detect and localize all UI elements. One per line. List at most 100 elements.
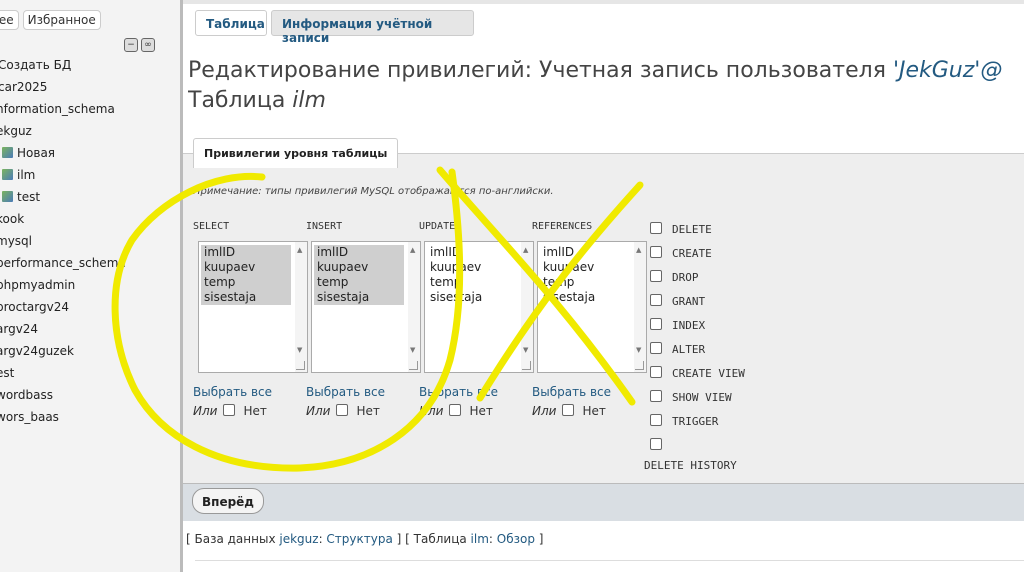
scroll-down-icon[interactable]: ▼ (297, 346, 302, 354)
nav-db-item[interactable]: phpmyadmin (0, 278, 75, 292)
breadcrumb-db-link[interactable]: jekguz (279, 532, 318, 546)
resize-grip-icon[interactable] (409, 361, 418, 370)
nav-db-item[interactable]: ekguz (0, 124, 32, 138)
listbox-option[interactable]: kuupaev (540, 260, 630, 275)
scroll-down-icon[interactable]: ▼ (523, 346, 528, 354)
none-checkbox[interactable] (562, 404, 575, 416)
nav-db-item-label: ilm (17, 168, 36, 182)
scroll-down-icon[interactable]: ▼ (636, 346, 641, 354)
nav-db-item[interactable]: wors_baas (0, 410, 59, 424)
privilege-label: CREATE (672, 247, 712, 260)
nav-db-item[interactable]: car2025 (0, 80, 47, 94)
listbox-option[interactable]: kuupaev (427, 260, 517, 275)
title-table-name: ilm (292, 88, 326, 113)
resize-grip-icon[interactable] (522, 361, 531, 370)
nav-db-item[interactable]: performance_schema (0, 256, 126, 270)
listbox-option[interactable]: imlID (427, 245, 517, 260)
nav-tab-favorites[interactable]: Избранное (22, 10, 101, 30)
privilege-row: ALTER (650, 342, 705, 356)
listbox-option[interactable]: imlID (314, 245, 404, 260)
nav-db-item[interactable]: ilm (2, 168, 35, 182)
listbox-option[interactable]: sisestaja (201, 290, 291, 305)
privilege-checkbox[interactable] (650, 438, 662, 450)
nav-db-item[interactable]: mysql (0, 234, 32, 248)
listbox-option[interactable]: temp (427, 275, 517, 290)
select-all-link[interactable]: Выбрать все (306, 385, 385, 399)
listbox-option[interactable]: kuupaev (314, 260, 404, 275)
scroll-up-icon[interactable]: ▲ (297, 246, 302, 254)
nav-db-item[interactable]: est (0, 366, 14, 380)
select-all-link[interactable]: Выбрать все (193, 385, 272, 399)
scroll-up-icon[interactable]: ▲ (523, 246, 528, 254)
privilege-checkbox[interactable] (650, 294, 662, 306)
breadcrumb-mid: ] [ Таблица (392, 532, 471, 546)
privilege-checkbox[interactable] (650, 414, 662, 426)
select-all-link[interactable]: Выбрать все (419, 385, 498, 399)
none-checkbox[interactable] (449, 404, 462, 416)
listbox-option[interactable]: kuupaev (201, 260, 291, 275)
scroll-down-icon[interactable]: ▼ (410, 346, 415, 354)
breadcrumb-sep2: : (488, 532, 497, 546)
privilege-label: DROP (672, 271, 699, 284)
privilege-label: CREATE VIEW (672, 367, 745, 380)
fieldset-legend: Привилегии уровня таблицы (193, 138, 399, 168)
privilege-row: DELETE (650, 222, 712, 236)
breadcrumb-table-link[interactable]: ilm (471, 532, 489, 546)
listbox-option[interactable]: imlID (201, 245, 291, 260)
privilege-checkbox[interactable] (650, 366, 662, 378)
listbox-option[interactable]: imlID (540, 245, 630, 260)
scroll-up-icon[interactable]: ▲ (636, 246, 641, 254)
nav-db-item[interactable]: Создать БД (0, 58, 71, 72)
column-listbox[interactable]: imlID kuupaev temp sisestaja ▲ ▼ (537, 241, 647, 373)
resize-grip-icon[interactable] (635, 361, 644, 370)
link-icon[interactable]: ∞ (141, 38, 155, 52)
none-checkbox[interactable] (336, 404, 349, 416)
listbox-scrollbar[interactable]: ▲ ▼ (634, 242, 646, 372)
scroll-up-icon[interactable]: ▲ (410, 246, 415, 254)
nav-db-item[interactable]: proctargv24 (0, 300, 69, 314)
breadcrumb-open: [ База данных (186, 532, 280, 546)
nav-db-item[interactable]: argv24guzek (0, 344, 74, 358)
listbox-option[interactable]: sisestaja (427, 290, 517, 305)
privilege-checkbox[interactable] (650, 390, 662, 402)
column-header: SELECT (193, 221, 230, 232)
column-listbox[interactable]: imlID kuupaev temp sisestaja ▲ ▼ (424, 241, 534, 373)
breadcrumb-browse-link[interactable]: Обзор (497, 532, 535, 546)
privilege-checkbox[interactable] (650, 246, 662, 258)
listbox-scrollbar[interactable]: ▲ ▼ (295, 242, 307, 372)
none-label: Нет (356, 404, 380, 418)
nav-db-item[interactable]: kook (0, 212, 24, 226)
privilege-checkbox[interactable] (650, 270, 662, 282)
none-checkbox[interactable] (223, 404, 236, 416)
nav-db-item[interactable]: Новая (2, 146, 55, 160)
listbox-option[interactable]: temp (201, 275, 291, 290)
collapse-all-icon[interactable]: − (124, 38, 138, 52)
resize-grip-icon[interactable] (296, 361, 305, 370)
breadcrumb-close: ] (534, 532, 544, 546)
listbox-option[interactable]: sisestaja (540, 290, 630, 305)
listbox-scrollbar[interactable]: ▲ ▼ (408, 242, 420, 372)
privilege-checkbox[interactable] (650, 222, 662, 234)
nav-db-item-label: est (0, 366, 15, 380)
column-listbox[interactable]: imlID kuupaev temp sisestaja ▲ ▼ (198, 241, 308, 373)
go-button[interactable]: Вперёд (192, 488, 264, 514)
privilege-checkbox[interactable] (650, 342, 662, 354)
tab-table[interactable]: Таблица (195, 10, 267, 36)
nav-db-item[interactable]: test (2, 190, 40, 204)
listbox-scrollbar[interactable]: ▲ ▼ (521, 242, 533, 372)
nav-db-item[interactable]: argv24 (0, 322, 38, 336)
nav-db-item[interactable]: nformation_schema (0, 102, 115, 116)
nav-db-item-label: argv24guzek (0, 344, 74, 358)
privilege-checkbox[interactable] (650, 318, 662, 330)
tab-account-info[interactable]: Информация учётной записи (271, 10, 474, 45)
listbox-option[interactable]: sisestaja (314, 290, 404, 305)
column-listbox[interactable]: imlID kuupaev temp sisestaja ▲ ▼ (311, 241, 421, 373)
nav-db-item[interactable]: wordbass (0, 388, 53, 402)
listbox-option[interactable]: temp (314, 275, 404, 290)
privilege-label: DELETE HISTORY (644, 459, 737, 472)
listbox-option[interactable]: temp (540, 275, 630, 290)
nav-tab-recent[interactable]: нее (0, 10, 19, 30)
breadcrumb-structure-link[interactable]: Структура (326, 532, 392, 546)
privilege-label: SHOW VIEW (672, 391, 732, 404)
select-all-link[interactable]: Выбрать все (532, 385, 611, 399)
